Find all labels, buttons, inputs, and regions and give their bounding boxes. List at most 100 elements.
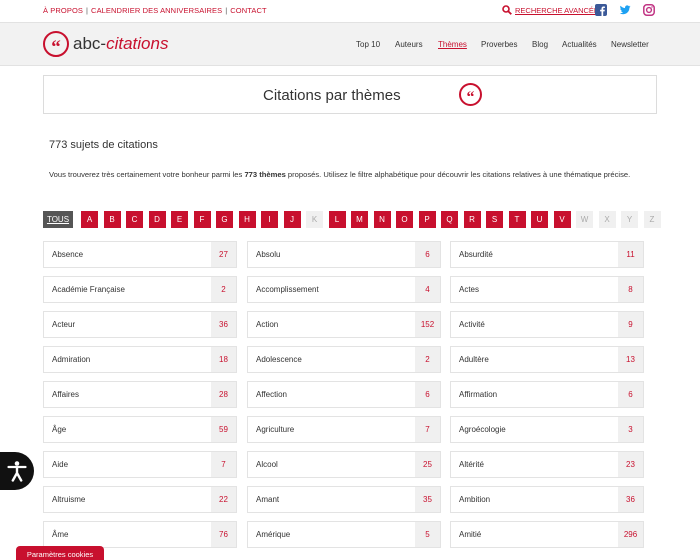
theme-name: Affaires: [52, 390, 79, 399]
advanced-search-link[interactable]: RECHERCHE AVANCÉE: [502, 5, 599, 15]
letter-filter-a[interactable]: A: [81, 211, 98, 228]
nav-themes[interactable]: Thèmes: [438, 40, 467, 49]
theme-count: 35: [415, 487, 440, 512]
theme-name: Alcool: [256, 460, 278, 469]
page-title-box: Citations par thèmes “: [43, 75, 657, 114]
cookie-settings-button[interactable]: Paramètres cookies: [16, 546, 104, 560]
letter-filter-m[interactable]: M: [351, 211, 368, 228]
letter-filter-p[interactable]: P: [418, 211, 436, 228]
twitter-icon[interactable]: [619, 4, 631, 16]
theme-count: 5: [415, 522, 440, 547]
theme-item[interactable]: Amant 35: [247, 486, 441, 513]
theme-item[interactable]: Absence 27: [43, 241, 237, 268]
theme-count: 76: [211, 522, 236, 547]
theme-count: 152: [415, 312, 440, 337]
theme-name: Agriculture: [256, 425, 295, 434]
nav-proverbes[interactable]: Proverbes: [481, 40, 517, 49]
theme-count: 4: [415, 277, 440, 302]
letter-filter-c[interactable]: C: [126, 211, 143, 228]
theme-item[interactable]: Absolu 6: [247, 241, 441, 268]
letter-filter-q[interactable]: Q: [441, 211, 458, 228]
theme-item[interactable]: Altruisme 22: [43, 486, 237, 513]
intro-text: Vous trouverez très certainement votre b…: [49, 169, 649, 182]
instagram-icon[interactable]: [643, 4, 655, 16]
theme-count: 59: [211, 417, 236, 442]
quote-icon: “: [43, 31, 69, 57]
theme-item[interactable]: Activité 9: [450, 311, 644, 338]
theme-item[interactable]: Absurdité 11: [450, 241, 644, 268]
nav-top10[interactable]: Top 10: [356, 40, 380, 49]
letter-filter-r[interactable]: R: [463, 211, 481, 228]
theme-item[interactable]: Action 152: [247, 311, 441, 338]
accessibility-button[interactable]: [0, 452, 34, 490]
theme-item[interactable]: Âme 76: [43, 521, 237, 548]
theme-item[interactable]: Adolescence 2: [247, 346, 441, 373]
link-a-propos[interactable]: À PROPOS: [43, 6, 83, 15]
theme-item[interactable]: Aide 7: [43, 451, 237, 478]
theme-count: 36: [618, 487, 643, 512]
letter-filter-h[interactable]: H: [238, 211, 256, 228]
theme-item[interactable]: Agroécologie 3: [450, 416, 644, 443]
letter-filter-l[interactable]: L: [328, 211, 346, 228]
theme-name: Actes: [459, 285, 480, 294]
theme-name: Action: [256, 320, 279, 329]
theme-item[interactable]: Âge 59: [43, 416, 237, 443]
letter-filter-x: X: [598, 211, 616, 228]
letter-filter-v[interactable]: V: [553, 211, 571, 228]
letter-filter-f[interactable]: F: [193, 211, 211, 228]
site-logo[interactable]: “ abc-citations: [43, 31, 168, 57]
letter-filter-t[interactable]: T: [508, 211, 526, 228]
link-calendrier[interactable]: CALENDRIER DES ANNIVERSAIRES: [91, 6, 222, 15]
theme-count: 3: [618, 417, 643, 442]
theme-count: 25: [415, 452, 440, 477]
nav-auteurs[interactable]: Auteurs: [395, 40, 423, 49]
theme-name: Adolescence: [256, 355, 302, 364]
logo-text: abc-citations: [73, 34, 168, 54]
letter-filter-u[interactable]: U: [531, 211, 548, 228]
theme-item[interactable]: Amitié 296: [450, 521, 644, 548]
theme-item[interactable]: Alcool 25: [247, 451, 441, 478]
nav-newsletter[interactable]: Newsletter: [611, 40, 649, 49]
nav-blog[interactable]: Blog: [532, 40, 548, 49]
theme-item[interactable]: Amérique 5: [247, 521, 441, 548]
theme-item[interactable]: Adultère 13: [450, 346, 644, 373]
letter-filter-o[interactable]: O: [396, 211, 413, 228]
theme-item[interactable]: Académie Française 2: [43, 276, 237, 303]
intro-after: proposés. Utilisez le filtre alphabétiqu…: [285, 170, 631, 179]
site-header: “ abc-citations Top 10 Auteurs Thèmes Pr…: [0, 22, 700, 66]
letter-filter-e[interactable]: E: [171, 211, 188, 228]
theme-name: Âge: [52, 425, 67, 434]
link-contact[interactable]: CONTACT: [230, 6, 266, 15]
letter-filter-w: W: [576, 211, 593, 228]
theme-item[interactable]: Agriculture 7: [247, 416, 441, 443]
theme-item[interactable]: Affaires 28: [43, 381, 237, 408]
top-utility-bar: À PROPOS | CALENDRIER DES ANNIVERSAIRES | CO…: [0, 0, 700, 22]
theme-count: 7: [211, 452, 236, 477]
separator: |: [85, 6, 89, 15]
theme-item[interactable]: Acteur 36: [43, 311, 237, 338]
theme-item[interactable]: Affirmation 6: [450, 381, 644, 408]
letter-filter-s[interactable]: S: [486, 211, 503, 228]
theme-item[interactable]: Accomplissement 4: [247, 276, 441, 303]
letter-filter-j[interactable]: J: [283, 211, 301, 228]
page-title: Citations par thèmes: [263, 87, 401, 104]
nav-actualites[interactable]: Actualités: [562, 40, 597, 49]
letter-filter-tous[interactable]: TOUS: [43, 211, 73, 228]
theme-item[interactable]: Admiration 18: [43, 346, 237, 373]
letter-filter-g[interactable]: G: [216, 211, 233, 228]
theme-item[interactable]: Altérité 23: [450, 451, 644, 478]
theme-count: 22: [211, 487, 236, 512]
theme-item[interactable]: Affection 6: [247, 381, 441, 408]
facebook-icon[interactable]: [595, 4, 607, 16]
letter-filter-b[interactable]: B: [103, 211, 121, 228]
theme-name: Ambition: [459, 495, 491, 504]
theme-item[interactable]: Ambition 36: [450, 486, 644, 513]
letter-filter-d[interactable]: D: [148, 211, 166, 228]
theme-count: 8: [618, 277, 643, 302]
theme-count: 2: [415, 347, 440, 372]
letter-filter-n[interactable]: N: [373, 211, 391, 228]
theme-count: 7: [415, 417, 440, 442]
letter-filter-i[interactable]: I: [261, 211, 278, 228]
theme-count: 6: [415, 382, 440, 407]
theme-item[interactable]: Actes 8: [450, 276, 644, 303]
